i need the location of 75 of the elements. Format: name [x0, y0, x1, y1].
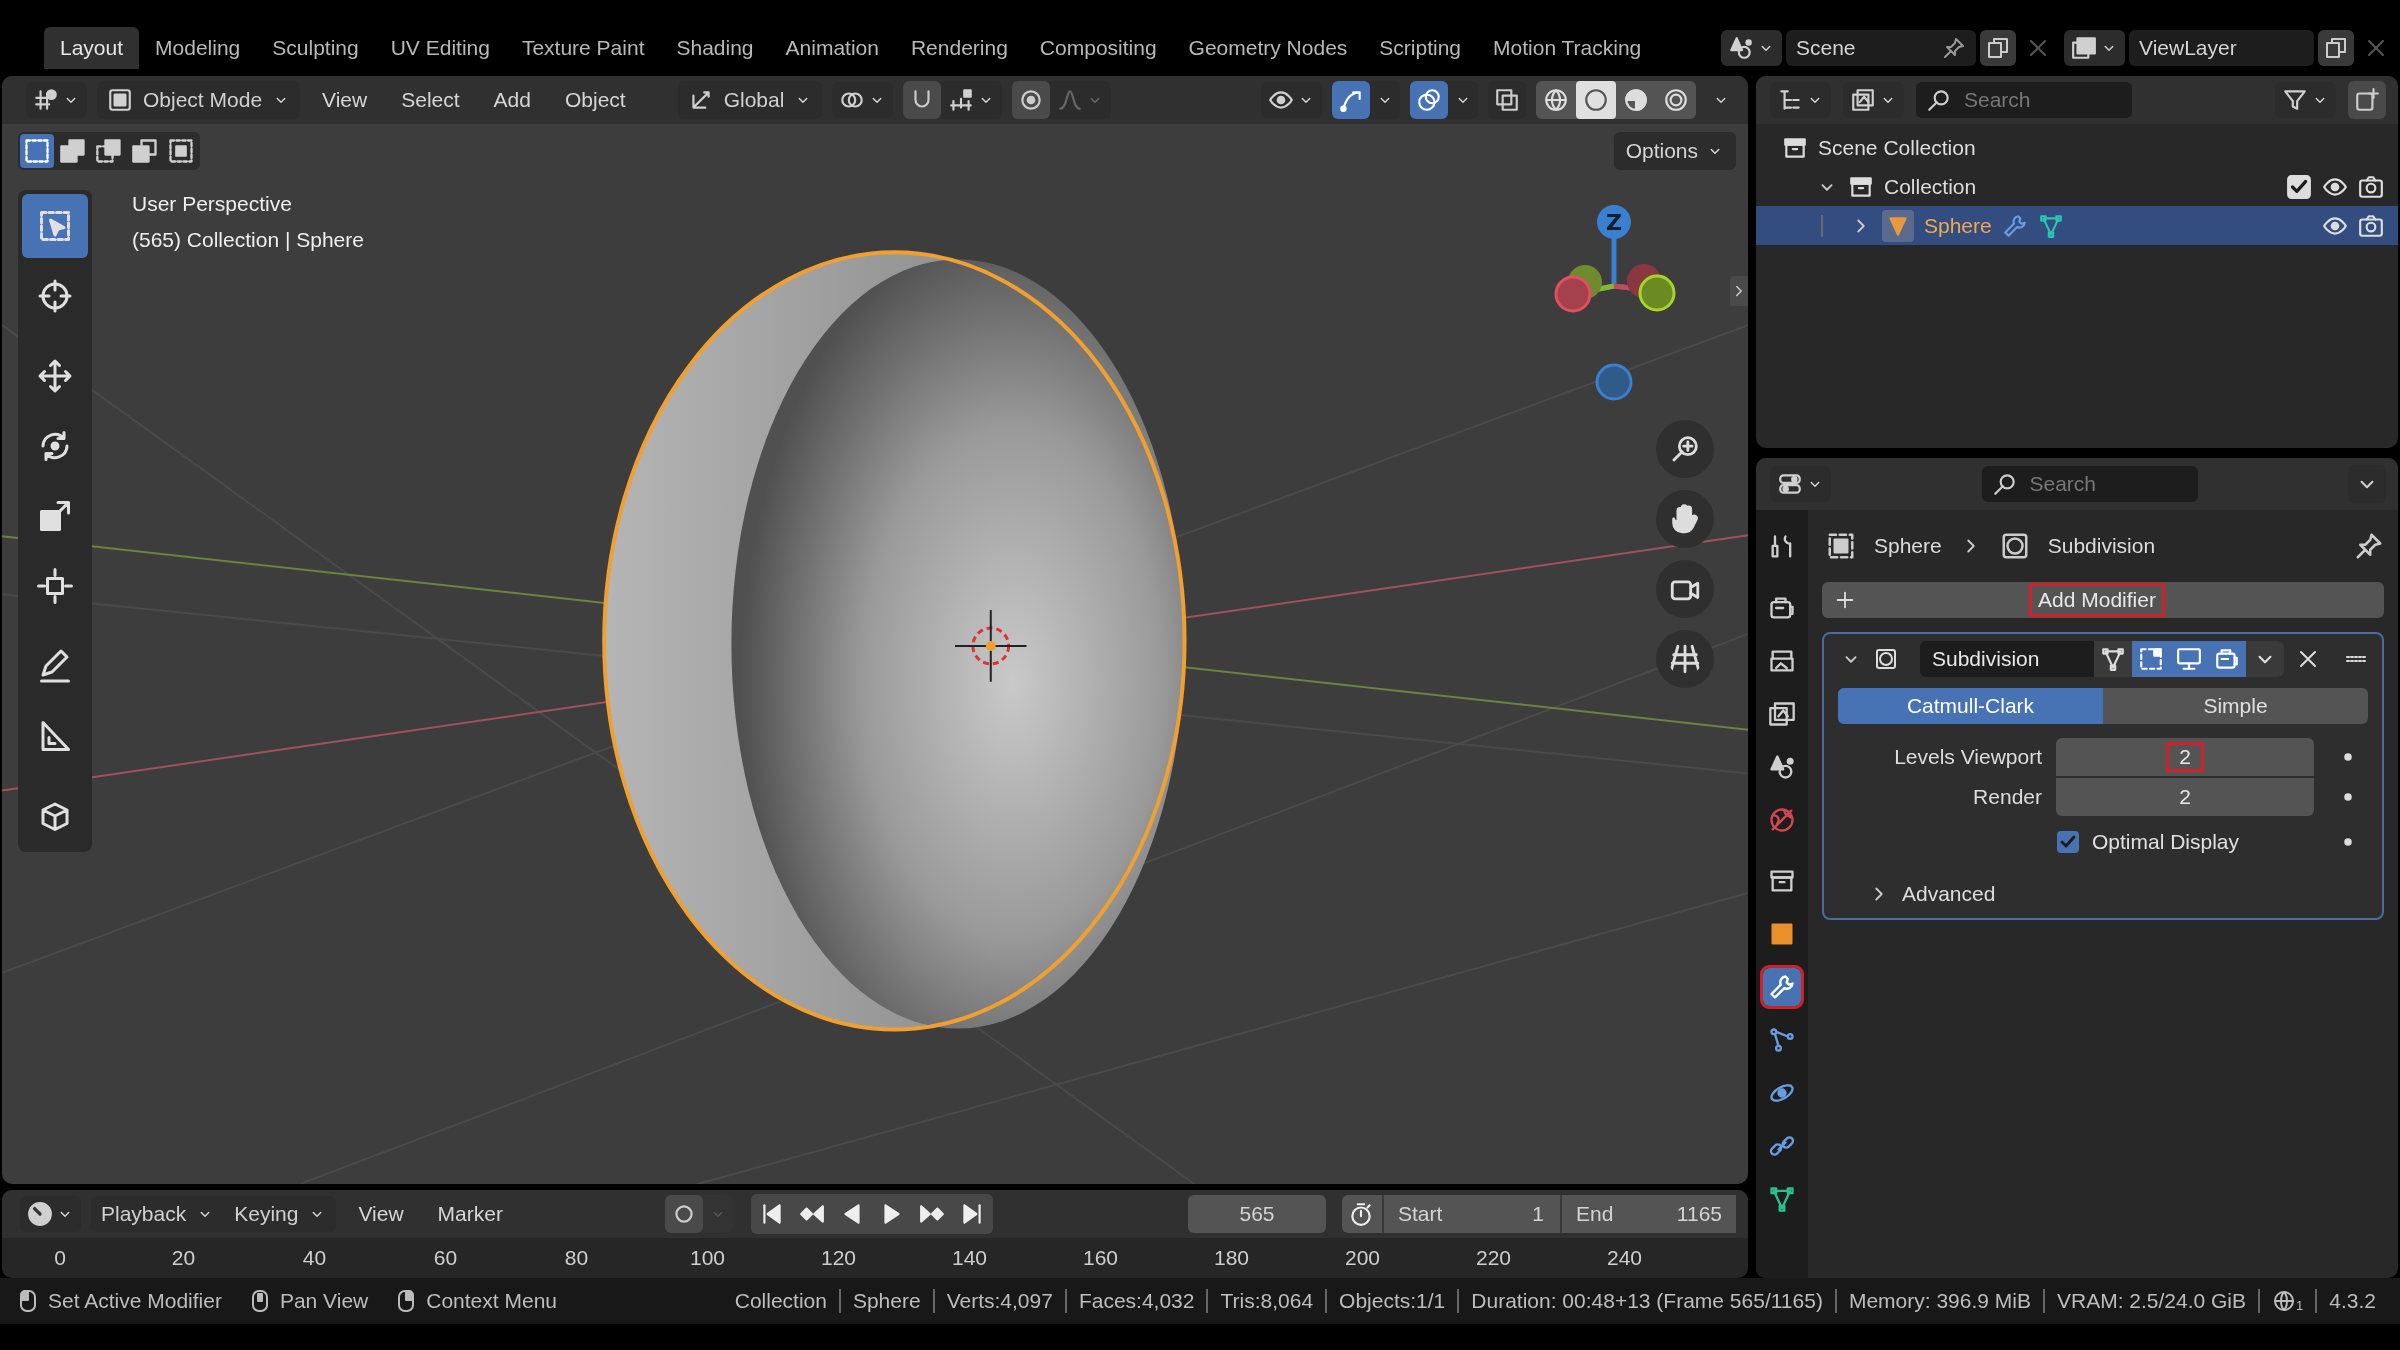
workspace-tab[interactable]: Shading [660, 27, 770, 69]
viewport-info-text: (565) Collection | Sphere [132, 228, 364, 252]
subdivision-type-button[interactable]: Catmull-Clark [1838, 688, 2103, 724]
number-field[interactable]: 2 [2056, 778, 2314, 816]
menu-item[interactable]: Add [481, 82, 543, 118]
frame-number: 60 [432, 1246, 459, 1270]
frame-number: 0 [53, 1246, 67, 1270]
frame-number: 140 [950, 1246, 988, 1270]
status-stat: Memory: 396.9 MiB [1848, 1289, 2031, 1313]
workspace-tab[interactable]: Animation [769, 27, 895, 69]
scene-name-field[interactable]: Scene [1786, 30, 1976, 66]
advanced-subpanel-header[interactable]: Advanced [1838, 868, 2368, 906]
breadcrumb-item: Subdivision [2047, 534, 2156, 558]
workspace-tab[interactable]: Modeling [139, 27, 257, 69]
viewport-info-text: User Perspective [132, 192, 293, 216]
workspace-tab[interactable]: Geometry Nodes [1172, 27, 1364, 69]
status-stat: Faces:4,032 [1078, 1289, 1195, 1313]
status-stat: Collection [734, 1289, 827, 1313]
number-field[interactable]: 2 [2056, 738, 2314, 776]
outliner-item-label[interactable]: Collection [1884, 174, 1977, 199]
frame-number: 240 [1605, 1246, 1643, 1270]
search-field[interactable]: Search [1916, 82, 2132, 118]
search-field[interactable]: Search [1981, 466, 2198, 502]
outliner-item-label[interactable]: Scene Collection [1818, 135, 1976, 160]
subdivision-type-button[interactable]: Simple [2103, 688, 2368, 724]
viewport-panel[interactable]: Object Mode View Select Add Object Global Options User Perspective (565) Collection | Sphere Z [2, 76, 1748, 1184]
menu-dropdown[interactable]: Playback [91, 1196, 225, 1232]
current-frame-field[interactable]: 565 [1188, 1195, 1326, 1233]
status-stat: Tris:8,064 [1220, 1289, 1314, 1313]
workspace-tab[interactable]: Texture Paint [505, 27, 661, 69]
frame-number: 200 [1343, 1246, 1381, 1270]
workspace-tab[interactable]: UV Editing [374, 27, 506, 69]
workspace-tab[interactable]: Sculpting [256, 27, 375, 69]
frame-number: 20 [170, 1246, 197, 1270]
status-hint: Context Menu [426, 1289, 557, 1313]
workspace-tab[interactable]: Motion Tracking [1477, 27, 1658, 69]
workspace-tab[interactable]: Scripting [1363, 27, 1478, 69]
axis-label: Z [1606, 210, 1622, 235]
mode-dropdown[interactable]: Object Mode [97, 81, 301, 119]
field-label: Render [1972, 785, 2042, 809]
frame-number: 120 [819, 1246, 857, 1270]
breadcrumb-item: Sphere [1874, 534, 1942, 558]
frame-number: 220 [1474, 1246, 1512, 1270]
view-layer-name-field[interactable]: ViewLayer [2129, 30, 2314, 66]
status-stat: Sphere [852, 1289, 921, 1313]
frame-number: 40 [301, 1246, 328, 1270]
menu-dropdown[interactable]: Keying [224, 1196, 337, 1232]
end-frame-field[interactable]: End 1165 [1560, 1195, 1736, 1233]
status-hint: Pan View [279, 1289, 369, 1313]
status-hint: Set Active Modifier [48, 1289, 222, 1313]
menu-item[interactable]: View [346, 1196, 416, 1232]
workspace-tab[interactable]: Layout [44, 27, 140, 69]
outliner-item-label[interactable]: Sphere [1924, 213, 1992, 238]
add-modifier-button[interactable]: Add Modifier [1822, 582, 2384, 618]
workspace-tab[interactable]: Compositing [1023, 27, 1173, 69]
menu-item[interactable]: Select [389, 82, 472, 118]
status-stat: Objects:1/1 [1339, 1289, 1446, 1313]
status-stat: VRAM: 2.5/24.0 GiB [2056, 1289, 2247, 1313]
menu-item[interactable]: View [310, 82, 380, 118]
frame-number: 160 [1081, 1246, 1119, 1270]
version-text: 4.3.2 [2329, 1289, 2376, 1313]
orientation-dropdown[interactable]: Global [677, 81, 823, 119]
menu-item[interactable]: Object [552, 82, 638, 118]
menu-item[interactable]: Marker [425, 1196, 515, 1232]
workspace-tab[interactable]: Rendering [894, 27, 1024, 69]
frame-number: 80 [563, 1246, 590, 1270]
frame-number: 100 [688, 1246, 726, 1270]
optimal-display-checkbox[interactable]: Optimal Display [2056, 830, 2314, 854]
frame-number: 180 [1212, 1246, 1250, 1270]
status-stat: Duration: 00:48+13 (Frame 565/1165) [1471, 1289, 1823, 1313]
field-label: Levels Viewport [1893, 745, 2042, 769]
options-dropdown[interactable]: Options [1613, 132, 1736, 170]
status-stat: Verts:4,097 [946, 1289, 1053, 1313]
outliner-row-highlight[interactable]: Sphere [1756, 206, 2398, 245]
network-count: 1 [2296, 1298, 2304, 1313]
